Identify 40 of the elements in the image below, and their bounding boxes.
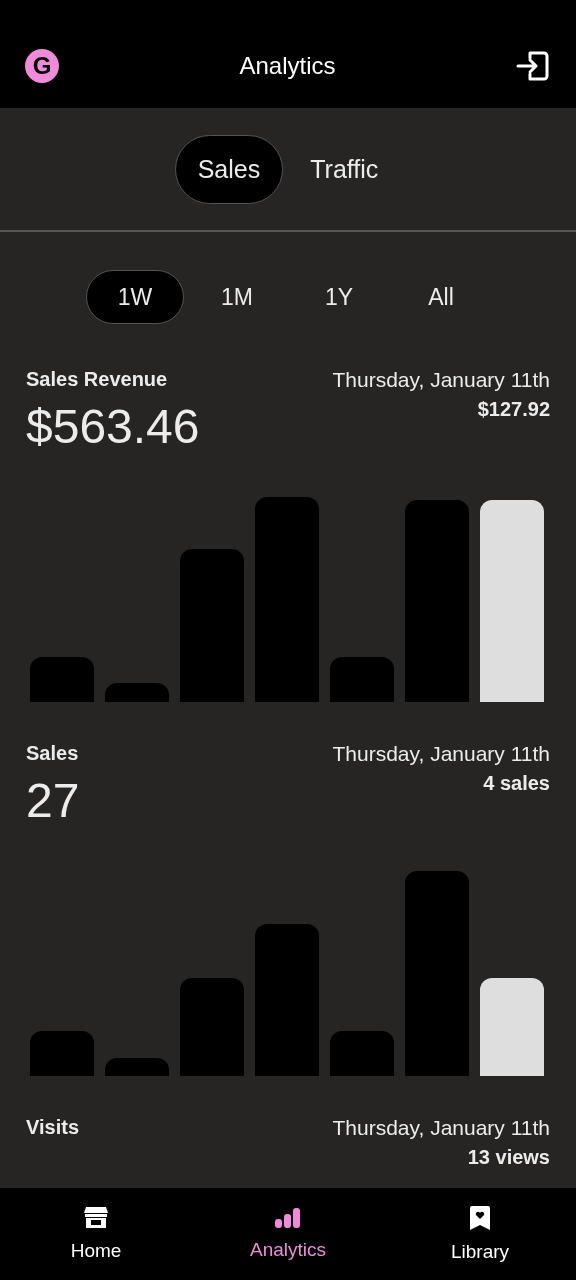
metric-value: $563.46 (26, 399, 200, 454)
nav-item[interactable]: Analytics (192, 1188, 384, 1280)
chart-bar[interactable] (405, 871, 469, 1076)
tab[interactable]: Traffic (287, 134, 402, 204)
avatar[interactable]: G (25, 49, 59, 83)
range-tab[interactable]: 1M (188, 270, 286, 324)
chart-bar[interactable] (330, 657, 394, 702)
chart-bar[interactable] (255, 924, 319, 1076)
logout-icon[interactable] (516, 51, 550, 81)
metric-detail: 13 views (467, 1146, 550, 1169)
metric-title: Visits (26, 1116, 79, 1139)
page-title: Analytics (239, 52, 336, 80)
metric-detail: $127.92 (477, 398, 550, 421)
range-tab[interactable]: All (392, 270, 490, 324)
chart-bar[interactable] (30, 1031, 94, 1076)
metric-value: 27 (26, 773, 80, 828)
chart-bar[interactable] (105, 1058, 169, 1076)
metric-title: Sales Revenue (26, 368, 169, 391)
chart-bar[interactable] (405, 500, 469, 702)
bar-chart-icon (275, 1207, 301, 1229)
metric-date: Thursday, January 11th (332, 1116, 550, 1140)
bookmark-heart-icon (469, 1205, 491, 1231)
tab[interactable]: Sales (174, 134, 284, 204)
chart-bar[interactable] (480, 500, 544, 702)
chart-bar[interactable] (330, 1031, 394, 1076)
chart-bar[interactable] (105, 683, 169, 702)
range-tab[interactable]: 1W (86, 270, 184, 324)
nav-item[interactable]: Home (0, 1188, 192, 1280)
chart-bar[interactable] (30, 657, 94, 702)
metric-title: Sales (26, 742, 80, 765)
chart-bar[interactable] (480, 978, 544, 1076)
metric-date: Thursday, January 11th (332, 742, 550, 766)
nav-item[interactable]: Library (384, 1188, 576, 1280)
range-tab[interactable]: 1Y (290, 270, 388, 324)
chart-bar[interactable] (255, 497, 319, 702)
chart-bar[interactable] (180, 549, 244, 702)
metric-detail: 4 sales (483, 772, 550, 795)
metric-date: Thursday, January 11th (332, 368, 550, 392)
store-icon (83, 1206, 109, 1230)
chart-bar[interactable] (180, 978, 244, 1076)
